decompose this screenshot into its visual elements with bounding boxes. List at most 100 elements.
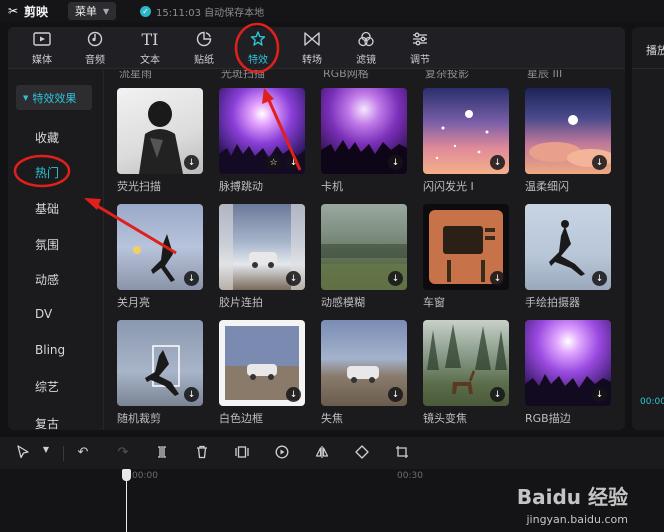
effect-name: 动感模糊 (321, 296, 365, 309)
text-icon: TI (141, 30, 159, 49)
tab-adjust[interactable]: 调节 (400, 31, 440, 67)
sidebar-item-dynamic[interactable]: 动感 (35, 271, 59, 288)
play-box-icon (33, 31, 51, 49)
tab-text[interactable]: TI 文本 (130, 31, 170, 67)
effect-card[interactable]: ↓ 荧光扫描 (117, 88, 203, 194)
undo-icon[interactable]: ↶ (74, 445, 92, 460)
play-circle-icon[interactable] (273, 445, 291, 463)
effect-card[interactable]: ↓ 卡机 (321, 88, 407, 194)
download-icon[interactable]: ↓ (184, 271, 199, 286)
effect-card[interactable]: ↓ 白色边框 (219, 320, 305, 426)
divider (632, 68, 664, 69)
filter-circles-icon (357, 31, 375, 49)
effect-card[interactable]: ↓ 温柔细闪 (525, 88, 611, 194)
effect-name: 手绘拍摄器 (525, 296, 580, 309)
download-icon[interactable]: ↓ (388, 387, 403, 402)
effect-card[interactable]: ↓ 随机裁剪 (117, 320, 203, 426)
effect-thumbnail: ↓ (525, 88, 611, 174)
star-icon[interactable]: ☆ (266, 155, 281, 170)
effect-card[interactable]: ↓ RGB描边 (525, 320, 611, 426)
sidebar-item-atmosphere[interactable]: 氛围 (35, 236, 59, 253)
app-name: 剪映 (24, 4, 49, 19)
sidebar-item-dv[interactable]: DV (35, 307, 52, 321)
effect-card[interactable]: ↓ 关月亮 (117, 204, 203, 310)
mirror-icon[interactable] (313, 445, 331, 463)
download-icon[interactable]: ↓ (184, 387, 199, 402)
effects-grid: 流星雨 光斑扫描 RGB网格 复杂投影 星辰 III ↓ 荧光扫描 ☆ ↓ 脉搏… (105, 70, 625, 430)
download-icon[interactable]: ↓ (592, 155, 607, 170)
download-icon[interactable]: ↓ (592, 271, 607, 286)
tab-transition-label: 转场 (302, 55, 322, 66)
download-icon[interactable]: ↓ (388, 271, 403, 286)
download-icon[interactable]: ↓ (286, 155, 301, 170)
baidu-watermark: Baidu 经验 (516, 485, 628, 509)
player-panel: 播放器 00:00 (632, 27, 664, 430)
freeze-frame-icon[interactable] (233, 445, 251, 463)
effect-thumbnail: ↓ (117, 204, 203, 290)
effects-category-header[interactable]: ▼ 特效效果 (16, 85, 92, 110)
effect-thumbnail: ☆ ↓ (219, 88, 305, 174)
sidebar-item-retro[interactable]: 复古 (35, 415, 59, 430)
tab-audio[interactable]: 音频 (75, 31, 115, 67)
sidebar-item-favorites[interactable]: 收藏 (35, 129, 59, 146)
select-cursor-icon[interactable] (14, 445, 32, 463)
crop-icon[interactable] (393, 445, 411, 463)
effect-name: 车窗 (423, 296, 445, 309)
effect-card[interactable]: ↓ 闪闪发光 I (423, 88, 509, 194)
divider (63, 446, 64, 461)
download-icon[interactable]: ↓ (286, 387, 301, 402)
music-disc-icon (86, 31, 104, 49)
download-icon[interactable]: ↓ (286, 271, 301, 286)
sidebar-item-hot[interactable]: 热门 (35, 164, 59, 181)
download-icon[interactable]: ↓ (490, 155, 505, 170)
chevron-down-icon[interactable]: ▼ (37, 445, 55, 454)
effect-card[interactable]: ↓ 胶片连拍 (219, 204, 305, 310)
download-icon[interactable]: ↓ (184, 155, 199, 170)
autosave-status: ✓ 15:11:03 自动保存本地 (140, 4, 264, 19)
autosave-text: 15:11:03 自动保存本地 (156, 7, 265, 19)
effect-thumbnail: ↓ (219, 204, 305, 290)
effect-thumbnail: ↓ (219, 320, 305, 406)
effect-name: 关月亮 (117, 296, 150, 309)
category-toolbar: 媒体 音频 TI 文本 贴纸 特效 转场 滤镜 调节 (8, 27, 625, 69)
partial-card-label: 光斑扫描 (221, 70, 265, 80)
sliders-icon (411, 31, 429, 49)
tab-media[interactable]: 媒体 (22, 31, 62, 67)
delete-icon[interactable] (193, 445, 211, 463)
tab-sticker-label: 贴纸 (194, 55, 214, 66)
main-menu-button[interactable]: 菜单 ▼ (68, 2, 117, 20)
effect-name: 胶片连拍 (219, 296, 263, 309)
download-icon[interactable]: ↓ (388, 155, 403, 170)
tab-transition[interactable]: 转场 (292, 31, 332, 67)
effect-card[interactable]: ↓ 镜头变焦 (423, 320, 509, 426)
partial-card-label: 复杂投影 (425, 70, 469, 80)
triangle-down-icon: ▼ (23, 93, 29, 102)
sidebar-item-bling[interactable]: Bling (35, 343, 65, 357)
effect-name: 卡机 (321, 180, 343, 193)
sidebar-item-variety[interactable]: 综艺 (35, 378, 59, 395)
playhead-handle[interactable] (122, 469, 131, 481)
effect-card[interactable]: ↓ 动感模糊 (321, 204, 407, 310)
sidebar-item-basic[interactable]: 基础 (35, 200, 59, 217)
tab-sticker[interactable]: 贴纸 (184, 31, 224, 67)
rotate-icon[interactable] (353, 445, 371, 463)
effect-card[interactable]: ↓ 车窗 (423, 204, 509, 310)
effect-name: 荧光扫描 (117, 180, 161, 193)
download-icon[interactable]: ↓ (490, 387, 505, 402)
check-icon: ✓ (140, 5, 152, 17)
chevron-down-icon: ▼ (102, 6, 110, 16)
app-window: ✂ 剪映 菜单 ▼ ✓ 15:11:03 自动保存本地 媒体 音频 TI 文本 … (0, 0, 664, 532)
effect-thumbnail: ↓ (525, 204, 611, 290)
redo-icon[interactable]: ↷ (114, 445, 132, 460)
effect-card[interactable]: ↓ 失焦 (321, 320, 407, 426)
download-icon[interactable]: ↓ (592, 387, 607, 402)
effect-name: 失焦 (321, 412, 343, 425)
effect-card[interactable]: ↓ 手绘拍摄器 (525, 204, 611, 310)
tab-filter[interactable]: 滤镜 (346, 31, 386, 67)
split-icon[interactable] (153, 445, 171, 463)
ruler-tick-label: 00:00 (132, 471, 158, 481)
title-bar: ✂ 剪映 菜单 ▼ ✓ 15:11:03 自动保存本地 (0, 0, 664, 22)
download-icon[interactable]: ↓ (490, 271, 505, 286)
effect-card[interactable]: ☆ ↓ 脉搏跳动 (219, 88, 305, 194)
tab-effects[interactable]: 特效 (238, 31, 278, 67)
